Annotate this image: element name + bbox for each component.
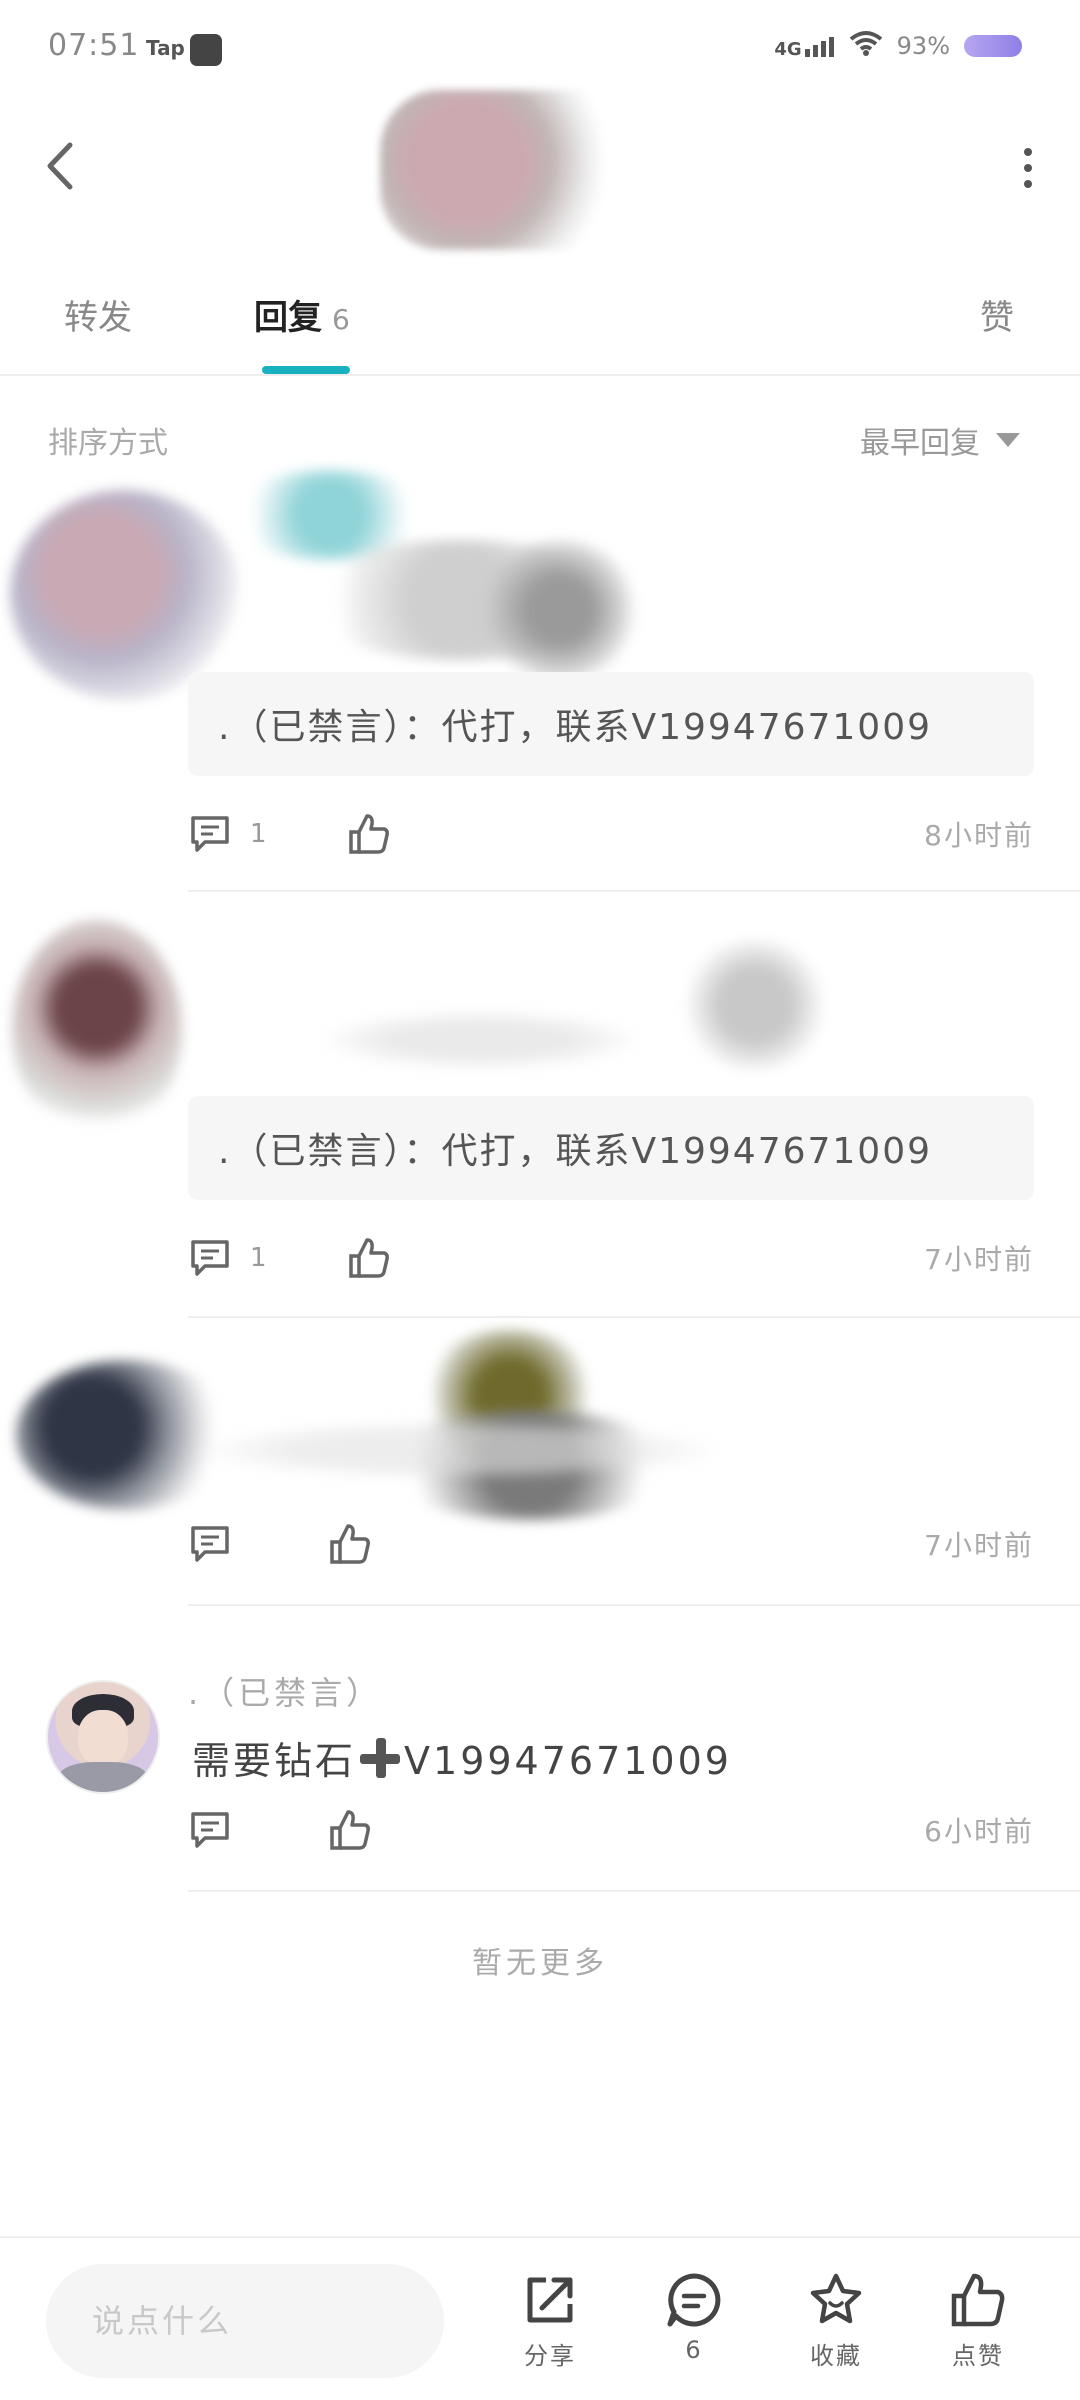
signal-icon: 4G <box>774 35 834 60</box>
thumbs-up-icon <box>347 1236 391 1280</box>
like-button[interactable] <box>347 812 391 856</box>
tab-repost[interactable]: 转发 <box>64 290 132 339</box>
battery-percent: 93% <box>896 32 950 60</box>
share-label: 分享 <box>524 2342 576 2370</box>
reply-count: 1 <box>250 819 267 849</box>
blurred-content <box>480 540 640 680</box>
share-icon <box>527 2277 573 2323</box>
back-button[interactable] <box>44 136 84 196</box>
tab-active-indicator <box>262 366 350 374</box>
comment-icon <box>188 1808 232 1852</box>
blurred-content <box>200 1420 720 1480</box>
status-indicators: 4G 93% <box>774 30 1022 62</box>
like-label: 点赞 <box>952 2342 1004 2370</box>
comment-time: 7小时前 <box>924 1243 1034 1276</box>
sort-dropdown[interactable]: 最早回复 <box>860 418 1020 462</box>
blurred-avatar <box>10 490 240 700</box>
comment-actions: 1 7小时前 <box>188 1228 1034 1288</box>
comment-bubble-icon <box>667 2273 721 2327</box>
network-type: 4G <box>774 39 802 60</box>
tab-divider <box>0 374 1080 376</box>
app-notification-icon <box>190 34 222 66</box>
reply-count: 1 <box>250 1243 267 1273</box>
comment-count-button[interactable]: 6 <box>644 2270 744 2364</box>
like-button[interactable] <box>347 1236 391 1280</box>
comment-count: 6 <box>685 2336 703 2364</box>
comment-time: 7小时前 <box>924 1529 1034 1562</box>
reply-button[interactable] <box>188 1522 232 1566</box>
row-divider <box>188 890 1080 892</box>
blurred-content <box>680 940 830 1070</box>
blurred-avatar <box>12 920 182 1140</box>
star-icon <box>810 2273 862 2324</box>
comment-actions: 7小时前 <box>188 1514 1034 1574</box>
reply-button[interactable] <box>188 1808 232 1852</box>
battery-icon <box>964 35 1022 57</box>
plus-emoji-icon <box>358 1736 402 1780</box>
comment-author[interactable]: .（已禁言） <box>188 1668 382 1714</box>
no-more-text: 暂无更多 <box>472 1946 608 1981</box>
status-time: 07:51 <box>48 28 140 63</box>
quoted-reply: .（已禁言）：代打，联系V19947671009 <box>188 672 1034 776</box>
collect-button[interactable]: 收藏 <box>786 2270 886 2371</box>
thumbs-up-icon <box>347 812 391 856</box>
like-post-button[interactable]: 点赞 <box>928 2270 1028 2371</box>
thumbs-up-icon <box>328 1808 372 1852</box>
tab-reply-label: 回复 <box>254 298 322 338</box>
comment-input[interactable] <box>46 2264 444 2378</box>
dropdown-triangle-icon <box>996 433 1020 447</box>
blurred-avatar <box>16 1360 236 1510</box>
comment-actions: 6小时前 <box>188 1800 1034 1860</box>
row-divider <box>188 1316 1080 1318</box>
list-item <box>0 1320 1080 1520</box>
share-button[interactable]: 分享 <box>500 2270 600 2371</box>
comment-icon <box>188 1236 232 1280</box>
comment-icon <box>188 1522 232 1566</box>
quoted-reply: .（已禁言）：代打，联系V19947671009 <box>188 1096 1034 1200</box>
tab-like[interactable]: 赞 <box>980 290 1014 339</box>
sort-value: 最早回复 <box>860 426 980 461</box>
tab-reply-count: 6 <box>332 303 350 336</box>
comment-icon <box>188 812 232 856</box>
tab-reply[interactable]: 回复 6 <box>254 290 350 339</box>
header-avatar-blurred <box>380 90 630 250</box>
back-icon <box>47 142 73 190</box>
reply-button[interactable]: 1 <box>188 812 267 856</box>
bottom-divider <box>0 2236 1080 2238</box>
more-vertical-icon[interactable] <box>1016 140 1040 200</box>
comment-time: 8小时前 <box>924 819 1034 852</box>
wifi-icon <box>849 30 883 62</box>
thumbs-up-icon <box>328 1522 372 1566</box>
row-divider <box>188 1604 1080 1606</box>
status-tap-label: Tap <box>146 36 185 60</box>
comment-text-part: V19947671009 <box>404 1739 732 1783</box>
like-button[interactable] <box>328 1808 372 1852</box>
sort-label: 排序方式 <box>48 426 168 461</box>
blurred-content <box>320 1010 640 1070</box>
row-divider <box>188 1890 1080 1892</box>
comment-actions: 1 8小时前 <box>188 804 1034 864</box>
comment-time: 6小时前 <box>924 1815 1034 1848</box>
collect-label: 收藏 <box>810 2342 862 2370</box>
thumbs-up-icon <box>951 2273 1005 2327</box>
comment-text-part: 需要钻石 <box>192 1739 357 1783</box>
comment-text: 需要钻石 V19947671009 <box>192 1730 732 1785</box>
avatar[interactable] <box>46 1680 160 1794</box>
reply-button[interactable]: 1 <box>188 1236 267 1280</box>
like-button[interactable] <box>328 1522 372 1566</box>
